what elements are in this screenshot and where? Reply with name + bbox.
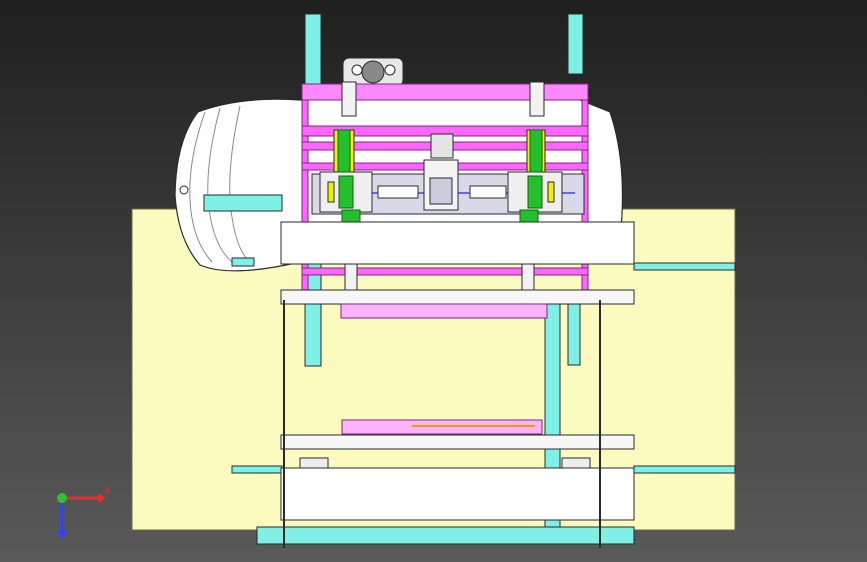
upper-cross-plate bbox=[280, 221, 635, 265]
graphics-viewport[interactable]: X Z bbox=[0, 0, 867, 562]
lower-cross-plate bbox=[280, 434, 635, 450]
motor-end-dot bbox=[179, 185, 189, 195]
right-bolt-block bbox=[561, 457, 591, 469]
motor-cyan-band bbox=[203, 194, 283, 212]
middle-cross-plate bbox=[280, 289, 635, 305]
bottom-cyan-rail bbox=[256, 526, 635, 545]
right-side-rail-bottom bbox=[633, 465, 736, 474]
z-axis-label: Z bbox=[58, 530, 65, 541]
left-side-rail-bottom bbox=[231, 465, 283, 474]
motor-cyan-small bbox=[231, 257, 255, 267]
coordinate-triad: X Z bbox=[48, 478, 118, 548]
right-side-rail-top bbox=[633, 262, 736, 271]
bottom-cross-plate bbox=[280, 467, 635, 521]
cad-model-scene[interactable] bbox=[0, 0, 867, 562]
right-guide-rail bbox=[567, 299, 581, 366]
right-cyan-post bbox=[567, 13, 584, 75]
x-axis-label: X bbox=[104, 486, 111, 497]
left-bolt-block bbox=[299, 457, 329, 469]
pink-slide-upper bbox=[340, 303, 548, 319]
